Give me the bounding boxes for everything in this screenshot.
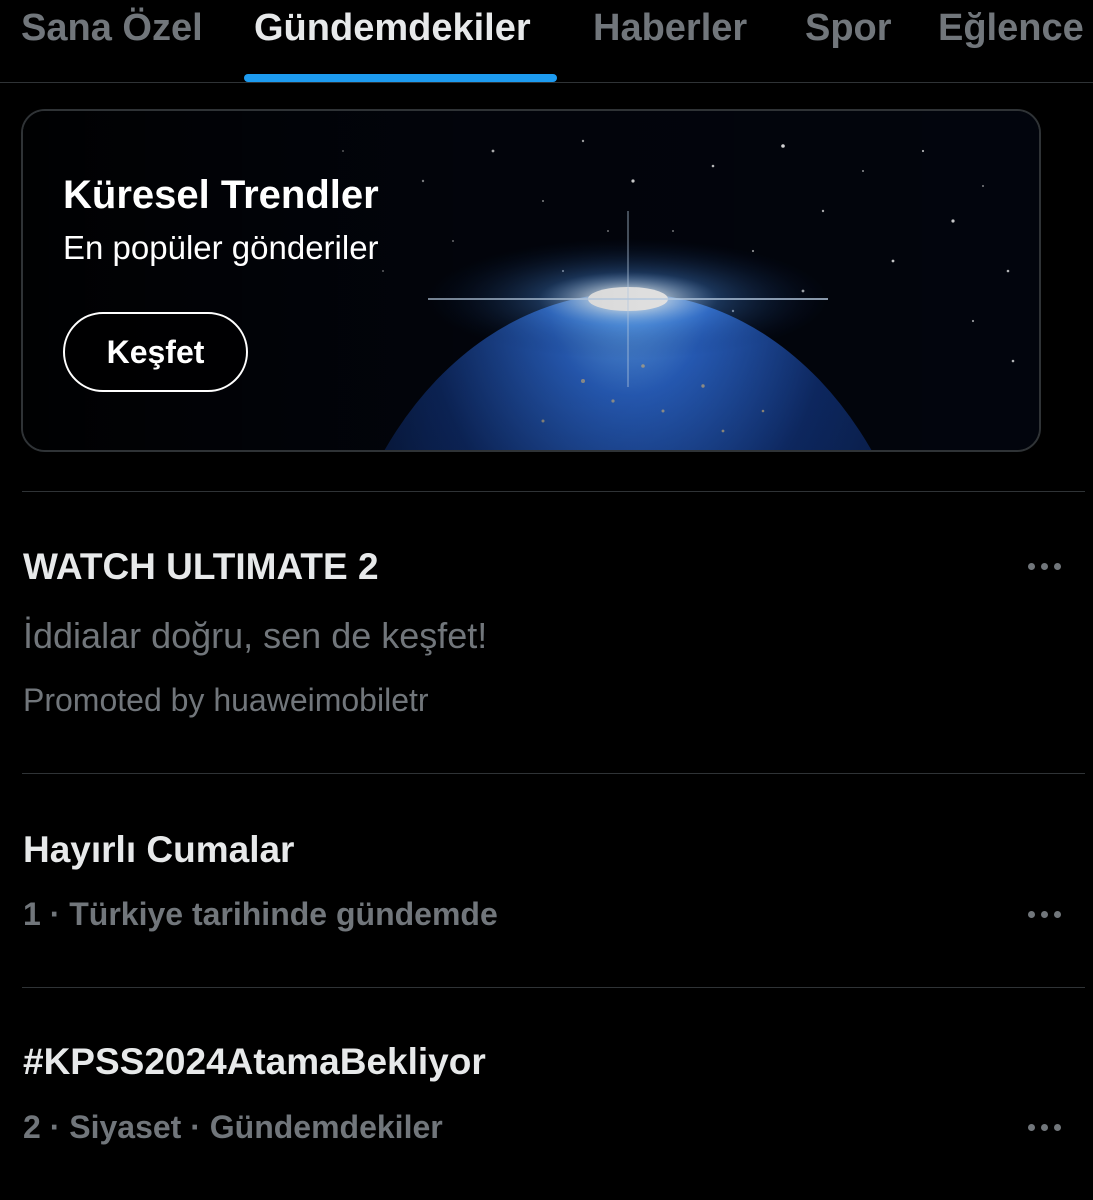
trend-title: Hayırlı Cumalar	[23, 829, 295, 870]
trend-title: #KPSS2024AtamaBekliyor	[23, 1041, 486, 1082]
global-trends-card[interactable]: Küresel Trendler En popüler gönderiler K…	[21, 109, 1041, 452]
divider	[22, 491, 1085, 492]
earth-from-space-image	[23, 111, 1039, 450]
divider	[22, 773, 1085, 774]
tab-haberler[interactable]: Haberler	[593, 6, 747, 50]
explore-button[interactable]: Keşfet	[63, 312, 248, 392]
trend-promo-text: İddialar doğru, sen de keşfet!	[23, 615, 488, 656]
trend-meta: 1 · Türkiye tarihinde gündemde	[23, 896, 498, 932]
tab-spor[interactable]: Spor	[805, 6, 892, 50]
active-tab-indicator	[244, 74, 557, 82]
ellipsis-icon[interactable]	[1022, 551, 1068, 581]
divider	[22, 987, 1085, 988]
card-subtitle: En popüler gönderiler	[63, 229, 379, 266]
ellipsis-icon[interactable]	[1022, 1112, 1068, 1142]
trend-meta: 2 · Siyaset · Gündemdekiler	[23, 1109, 443, 1145]
trend-meta: Promoted by huaweimobiletr	[23, 682, 429, 718]
tab-eglence[interactable]: Eğlence	[938, 6, 1084, 50]
trend-title: WATCH ULTIMATE 2	[23, 546, 379, 587]
tab-sana-ozel[interactable]: Sana Özel	[21, 6, 203, 50]
tab-gundemdekiler[interactable]: Gündemdekiler	[254, 6, 531, 50]
explore-tab-bar: Sana Özel Gündemdekiler Haberler Spor Eğ…	[0, 0, 1093, 83]
ellipsis-icon[interactable]	[1022, 899, 1068, 929]
card-title: Küresel Trendler	[63, 173, 379, 217]
